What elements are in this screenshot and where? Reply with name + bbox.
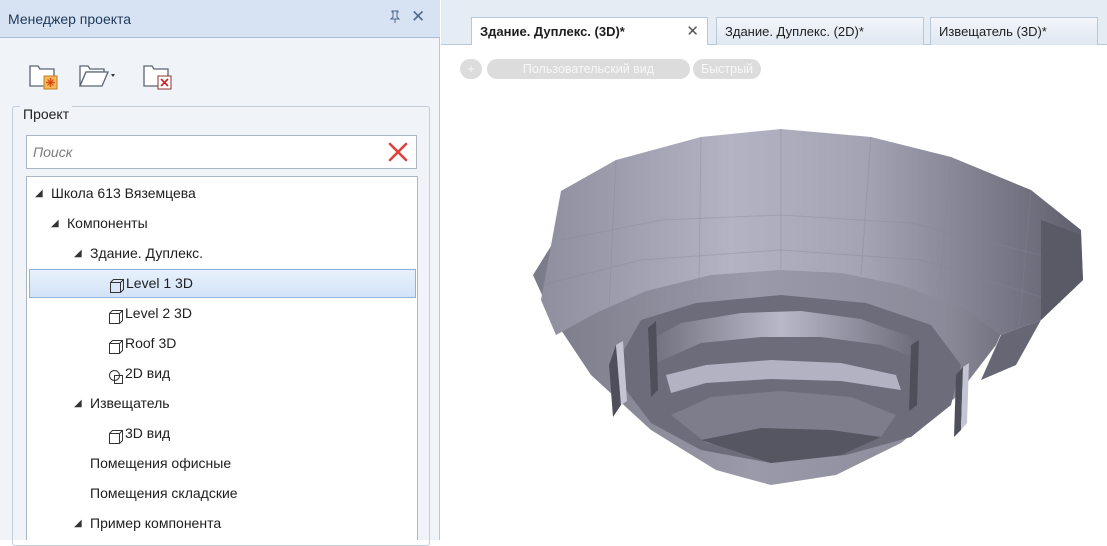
user-view-button[interactable]: Пользовательский вид xyxy=(487,59,690,79)
open-project-icon[interactable] xyxy=(78,58,115,92)
tree-item-label: Школа 613 Вяземцева xyxy=(51,185,196,201)
tree-item-level-2-3d[interactable]: Level 2 3D xyxy=(27,299,417,328)
clear-search-icon[interactable] xyxy=(386,140,410,164)
project-manager-panel: Менеджер проекта ✕ Проект Поиск ◢ Школа … xyxy=(0,0,440,546)
tab-label: Здание. Дуплекс. (2D)* xyxy=(725,24,864,39)
tree-item-label: Помещения складские xyxy=(90,485,238,501)
panel-header: Менеджер проекта ✕ xyxy=(0,0,440,38)
tree-item-label: Компоненты xyxy=(67,215,148,231)
tree-item-3d-view[interactable]: 3D вид xyxy=(27,419,417,448)
panel-title: Менеджер проекта xyxy=(8,11,132,27)
tree-item-building-duplex[interactable]: ◢ Здание. Дуплекс. xyxy=(27,239,417,268)
3d-view-icon xyxy=(108,306,124,324)
expand-arrow-icon[interactable]: ◢ xyxy=(74,239,82,268)
tree-item-storage-rooms[interactable]: Помещения складские xyxy=(27,479,417,508)
expand-arrow-icon[interactable]: ◢ xyxy=(74,509,82,538)
close-tab-icon[interactable]: ✕ xyxy=(686,18,699,45)
tab-label: Здание. Дуплекс. (3D)* xyxy=(480,24,625,39)
tree-item-label: Roof 3D xyxy=(125,335,177,351)
tree-item-office-rooms[interactable]: Помещения офисные xyxy=(27,449,417,478)
tree-item-school[interactable]: ◢ Школа 613 Вяземцева xyxy=(27,179,417,208)
tree-item-components[interactable]: ◢ Компоненты xyxy=(27,209,417,238)
add-view-button[interactable]: + xyxy=(460,59,482,79)
close-project-icon[interactable] xyxy=(142,58,178,92)
tree-item-label: Извещатель xyxy=(90,395,170,411)
search-box xyxy=(26,135,417,169)
tab-label: Извещатель (3D)* xyxy=(939,24,1047,39)
tab-building-2d[interactable]: Здание. Дуплекс. (2D)* xyxy=(716,17,924,45)
3d-view-icon xyxy=(108,336,124,354)
new-project-icon[interactable] xyxy=(28,58,64,92)
3d-view-icon xyxy=(109,276,125,293)
close-panel-icon[interactable]: ✕ xyxy=(411,7,425,27)
tree-item-label: Пример компонента xyxy=(90,515,222,531)
expand-arrow-icon[interactable]: ◢ xyxy=(74,389,82,418)
tree-item-label: Level 2 3D xyxy=(125,305,192,321)
tree-item-label: 3D вид xyxy=(125,425,171,441)
tree-item-level-1-3d[interactable]: Level 1 3D xyxy=(29,269,416,298)
tree-item-component-example[interactable]: ◢ Пример компонента xyxy=(27,509,417,538)
3d-view-icon xyxy=(108,426,124,444)
2d-view-icon xyxy=(108,366,124,384)
fast-view-button[interactable]: Быстрый xyxy=(693,59,761,79)
tree-item-roof-3d[interactable]: Roof 3D xyxy=(27,329,417,358)
tab-detector-3d[interactable]: Извещатель (3D)* xyxy=(930,17,1098,45)
pin-icon[interactable] xyxy=(389,10,401,27)
3d-viewport[interactable]: + Пользовательский вид Быстрый xyxy=(441,45,1107,540)
tree-item-label: Level 1 3D xyxy=(126,275,193,291)
tree-item-detector[interactable]: ◢ Извещатель xyxy=(27,389,417,418)
document-tab-bar: Здание. Дуплекс. (3D)* ✕ Здание. Дуплекс… xyxy=(441,0,1107,46)
expand-arrow-icon[interactable]: ◢ xyxy=(35,179,43,208)
search-input[interactable] xyxy=(27,136,389,168)
tree-item-label: Помещения офисные xyxy=(90,455,232,471)
tree-item-2d-view[interactable]: 2D вид xyxy=(27,359,417,388)
toolbar xyxy=(28,58,328,92)
project-tree: ◢ Школа 613 Вяземцева ◢ Компоненты ◢ Зда… xyxy=(26,176,418,540)
project-group-label: Проект xyxy=(20,106,73,122)
tab-building-3d[interactable]: Здание. Дуплекс. (3D)* ✕ xyxy=(471,17,708,46)
tree-item-label: Здание. Дуплекс. xyxy=(90,245,204,261)
expand-arrow-icon[interactable]: ◢ xyxy=(51,209,59,238)
smoke-detector-3d-model xyxy=(533,129,1083,485)
tree-item-label: 2D вид xyxy=(125,365,171,381)
